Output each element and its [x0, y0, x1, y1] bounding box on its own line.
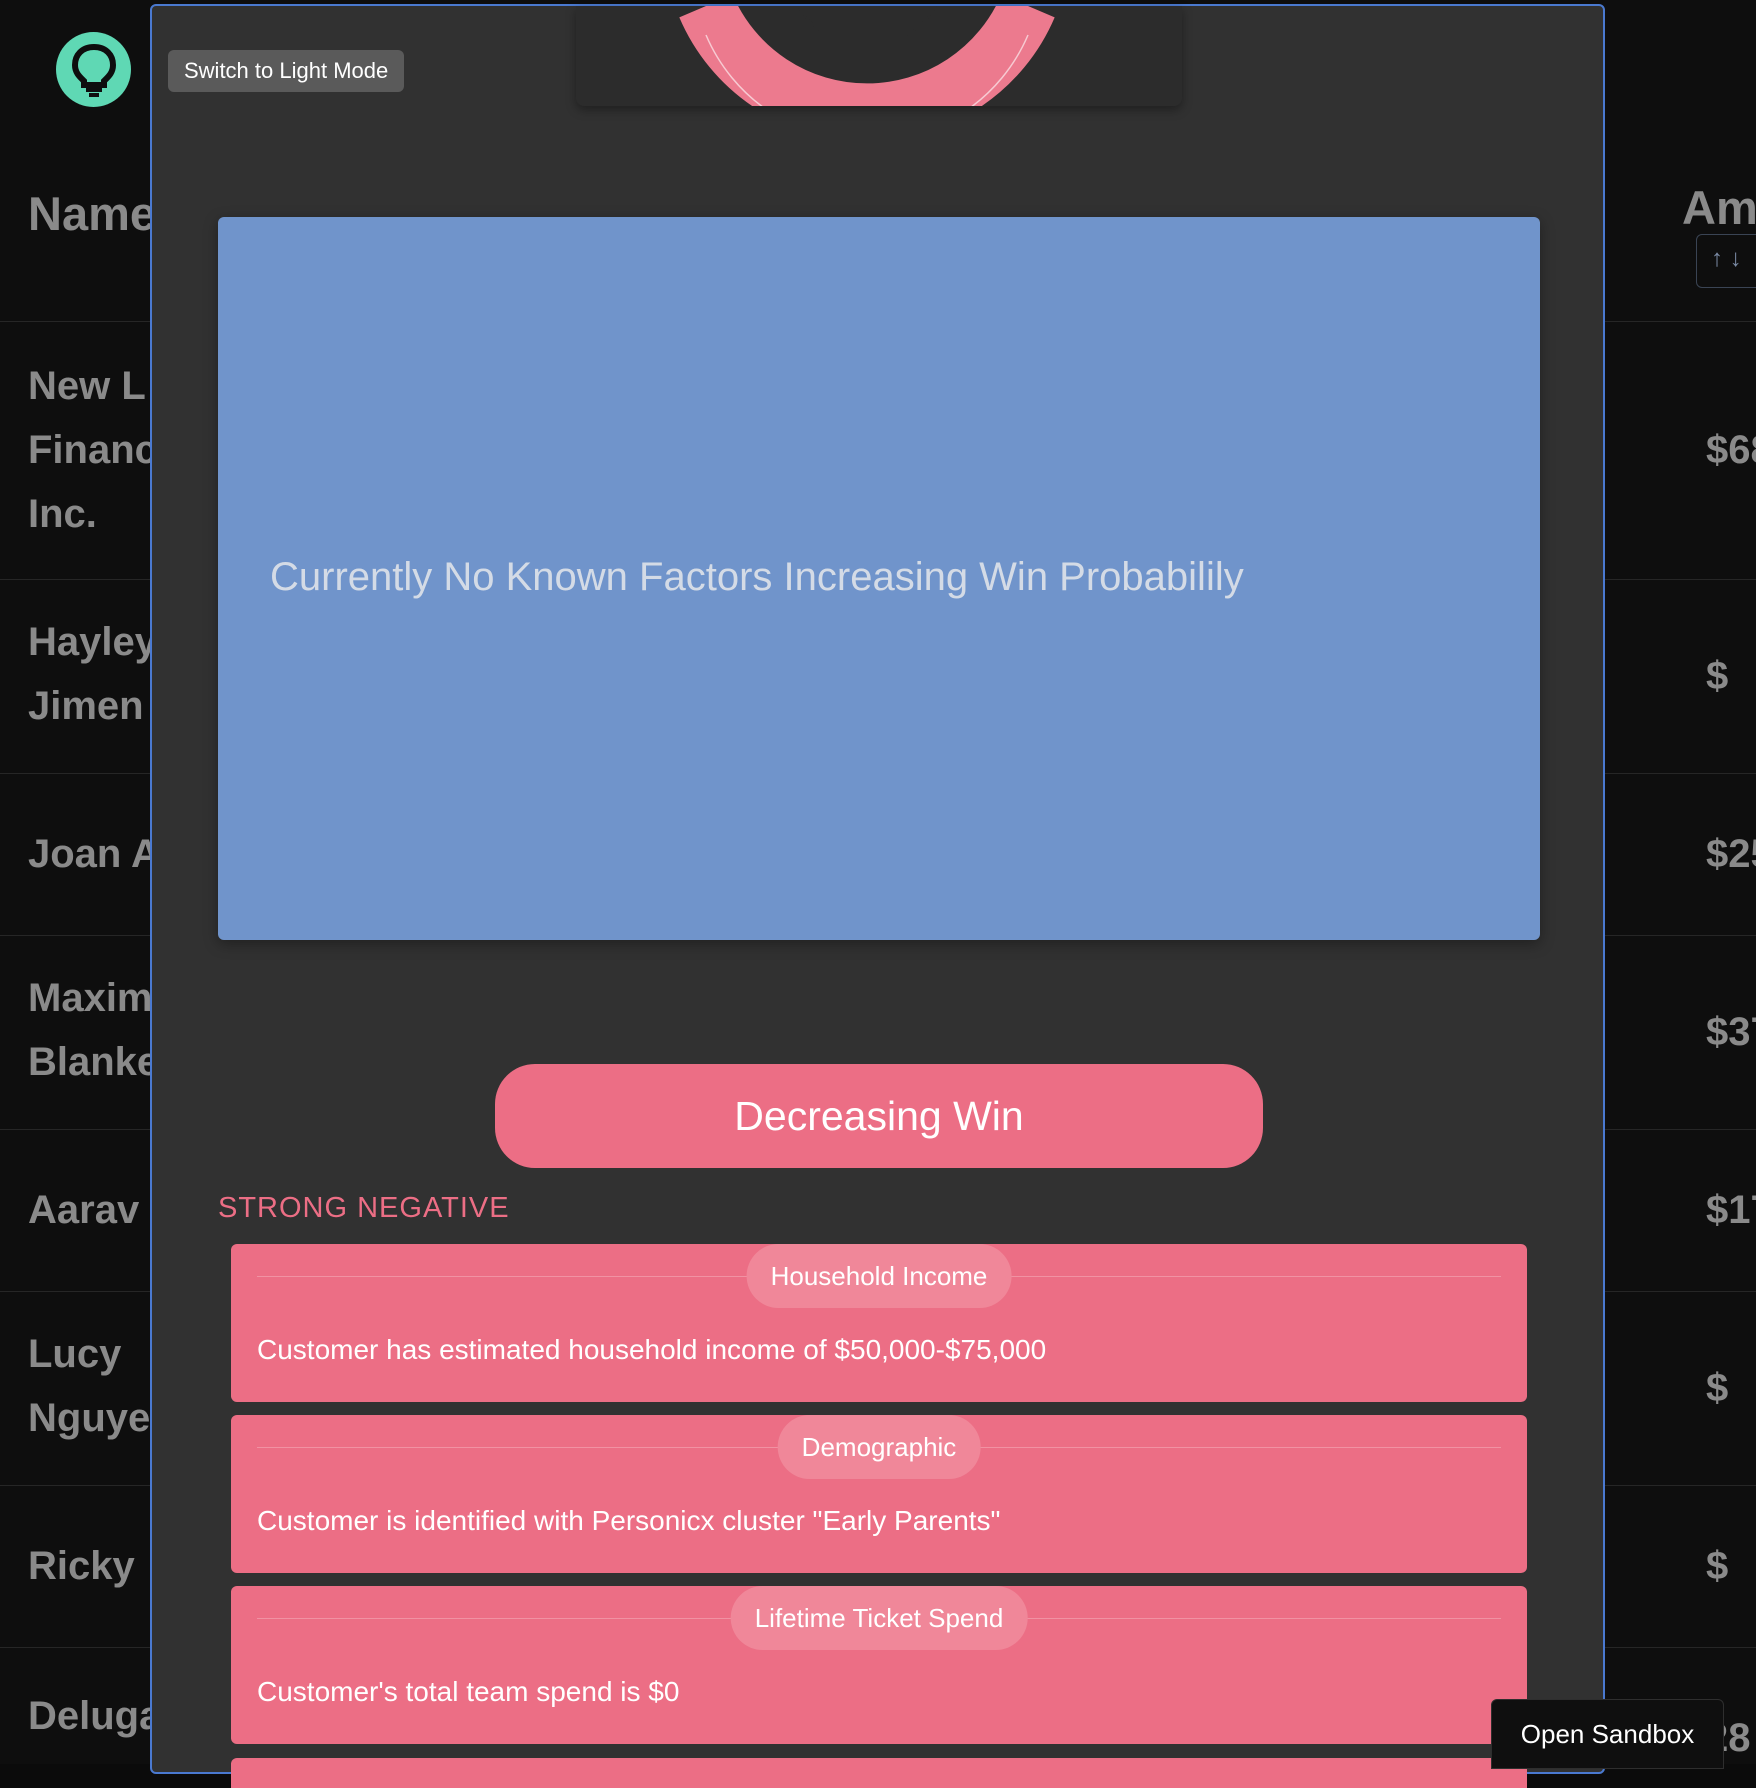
row-name: Hayley Jimen	[28, 620, 157, 728]
factor-category-chip: Demographic	[777, 1415, 981, 1479]
factor-card: Household Income Customer has estimated …	[231, 1244, 1527, 1402]
factor-category-chip: Lifetime Ticket Spend	[730, 1586, 1028, 1650]
win-probability-chart	[576, 6, 1182, 106]
factor-card: Lifetime Ticket Spend Customer's total t…	[231, 1586, 1527, 1744]
row-name: Aarav	[28, 1188, 140, 1232]
increasing-win-panel: Currently No Known Factors Increasing Wi…	[218, 217, 1540, 940]
factor-description: Customer's total team spend is $0	[257, 1676, 680, 1707]
sort-arrows-icon[interactable]: ↑ ↓	[1696, 234, 1756, 288]
theme-toggle-button[interactable]: Switch to Light Mode	[168, 50, 405, 92]
factor-card	[231, 1758, 1527, 1788]
row-amount: $	[1706, 654, 1729, 698]
lightbulb-icon[interactable]	[56, 32, 131, 107]
open-sandbox-button[interactable]: Open Sandbox	[1491, 1699, 1724, 1769]
decreasing-win-button[interactable]: Decreasing Win	[495, 1064, 1263, 1168]
strength-label: STRONG NEGATIVE	[218, 1192, 510, 1224]
column-header-name[interactable]: Name	[28, 186, 156, 241]
win-factors-modal: Switch to Light Mode Currently No Known …	[150, 4, 1605, 1788]
row-name: New L Financ Inc.	[28, 364, 157, 536]
row-name: Deluga	[28, 1694, 162, 1738]
row-name: Joan A	[28, 832, 160, 876]
column-header-amount[interactable]: Am	[1682, 180, 1756, 235]
row-amount: $68	[1706, 428, 1756, 472]
factor-description: Customer has estimated household income …	[257, 1334, 1047, 1365]
row-amount: $25	[1706, 832, 1756, 876]
lightbulb-icon-glyph	[71, 43, 116, 97]
factor-category-chip: Household Income	[746, 1244, 1012, 1308]
row-name: Ricky	[28, 1544, 135, 1588]
no-factors-message: Currently No Known Factors Increasing Wi…	[270, 555, 1244, 599]
row-amount: $	[1706, 1544, 1729, 1588]
row-name: Lucy Nguye	[28, 1332, 151, 1440]
row-amount: $17	[1706, 1188, 1756, 1232]
row-amount: $37	[1706, 1010, 1756, 1054]
row-name: Maxim Blanke	[28, 976, 160, 1084]
donut-chart	[679, 6, 1055, 106]
factor-description: Customer is identified with Personicx cl…	[257, 1505, 1001, 1536]
row-amount: $	[1706, 1366, 1729, 1410]
factor-card: Demographic Customer is identified with …	[231, 1415, 1527, 1573]
